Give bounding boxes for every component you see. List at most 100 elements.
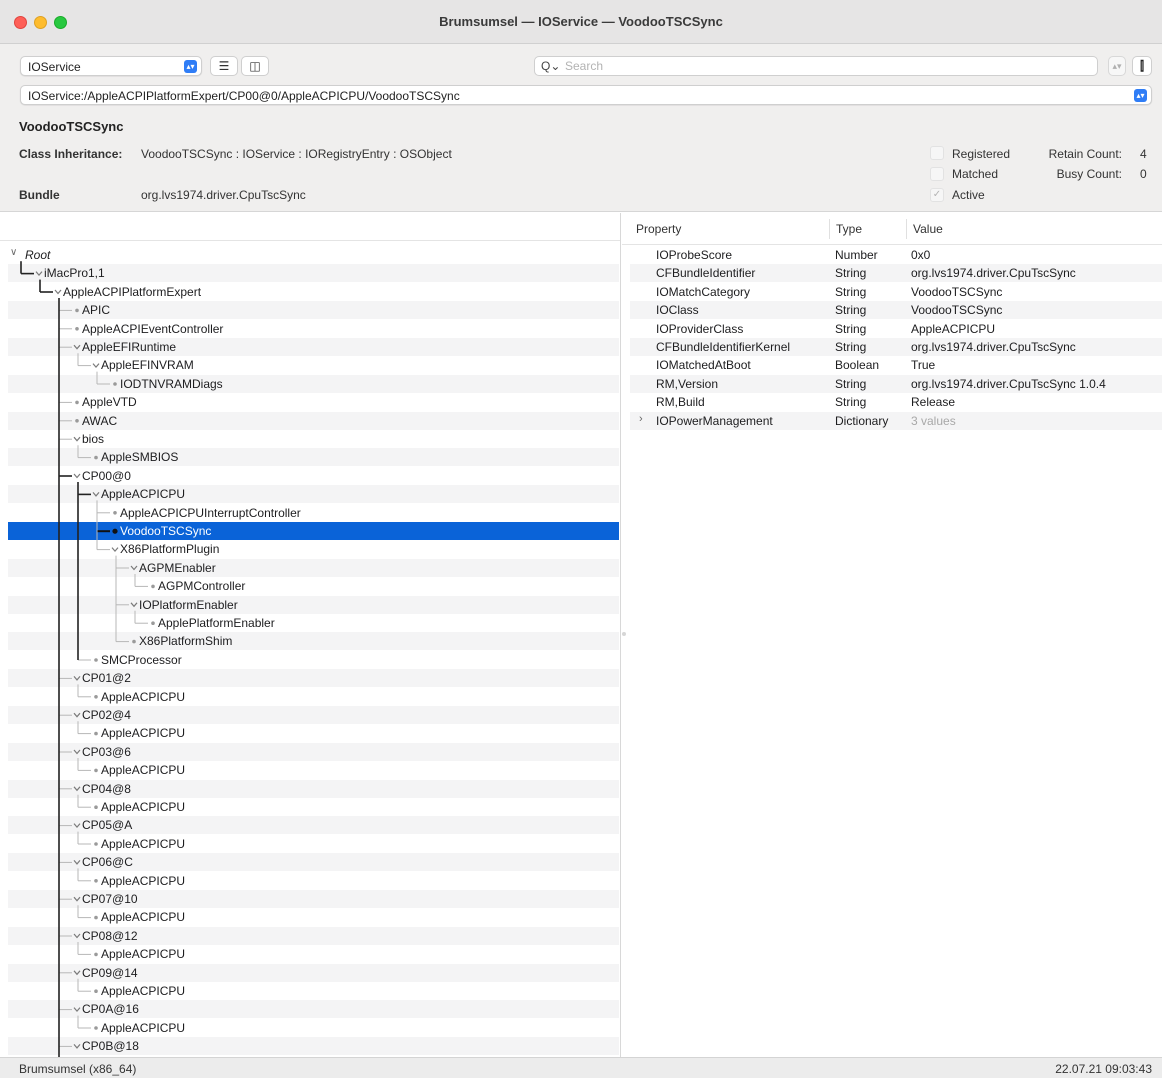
leaf-dot-icon [94,879,98,883]
chevron-down-icon[interactable] [73,860,81,865]
column-divider[interactable] [829,219,830,239]
leaf-dot-icon [75,327,79,331]
property-row[interactable]: IOMatchCategory String VoodooTSCSync [630,283,1162,301]
column-divider[interactable] [906,219,907,239]
property-row[interactable]: IOClass String VoodooTSCSync [630,301,1162,320]
column-header-type[interactable]: Type [836,222,862,236]
column-header-property[interactable]: Property [636,222,681,236]
property-value: 3 values [911,413,956,428]
leaf-dot-icon [75,400,79,405]
list-view-button[interactable]: ☰ [210,56,238,76]
property-table[interactable]: Property Type Value IOProbeScore Number 0x… [622,213,1162,1057]
chevron-down-icon[interactable] [130,602,138,608]
leaf-dot-icon [94,455,98,460]
property-type: String [835,395,867,410]
retain-count-label: Retain Count: [1048,147,1122,161]
search-input[interactable] [565,59,1085,73]
registry-path-value: IOService:/AppleACPIPlatformExpert/CP00@… [28,89,460,103]
leaf-dot-icon [132,639,136,644]
chevron-down-icon[interactable] [73,786,81,792]
chevron-right-icon[interactable]: › [639,413,643,425]
property-row[interactable]: CFBundleIdentifierKernel String org.lvs197… [630,338,1162,356]
pane-splitter-handle[interactable] [622,632,626,636]
chevron-down-icon[interactable] [73,473,81,479]
chevron-down-icon[interactable] [92,492,100,497]
toolbar: IOService ▴▾ ☰ ◫ Q⌄ ▴▾ ⫿ IOService:/Appl… [0,44,1162,212]
stepper-arrows-icon: ▴▾ [1112,61,1122,71]
leaf-dot-icon [94,1026,98,1030]
busy-count-value: 0 [1140,167,1147,181]
leaf-dot-icon [151,621,155,625]
property-value: org.lvs1974.driver.CpuTscSync [911,340,1076,354]
leaf-dot-icon [94,915,98,920]
property-value: org.lvs1974.driver.CpuTscSync [911,266,1076,281]
chevron-down-icon[interactable] [54,289,62,295]
chevron-down-icon[interactable] [73,933,81,939]
registry-tree[interactable]: Root ∨ iMacPro1,1 AppleACPIPlatformExpert AP… [0,213,621,1057]
property-type: String [835,303,867,318]
chevron-down-icon[interactable] [73,436,81,442]
registered-label: Registered [952,147,1011,161]
leaf-dot-icon [94,731,98,736]
chevron-down-icon[interactable] [73,749,81,755]
property-name: IOPowerManagement [656,413,773,428]
property-row[interactable]: RM,Version String org.lvs1974.driver.CpuTs… [630,374,1162,393]
chevron-down-icon[interactable] [73,344,81,350]
inspector-toggle-button[interactable]: ⫿ [1132,56,1152,76]
chevron-down-icon[interactable] [130,565,138,571]
property-name: IOProbeScore [656,248,733,262]
property-name: IOClass [656,303,699,318]
chevron-down-icon[interactable] [35,271,43,277]
property-type: Boolean [835,358,880,373]
list-icon: ☰ [218,59,230,73]
leaf-dot-icon [94,842,98,846]
tree-header [0,213,620,241]
chevron-down-icon[interactable] [73,676,81,681]
property-type: String [835,284,867,299]
chevron-down-icon[interactable] [73,1044,81,1049]
chevron-down-icon[interactable] [73,970,81,976]
chevron-down-icon[interactable] [73,1007,81,1013]
property-row[interactable]: RM,Build String Release [630,393,1162,411]
leaf-dot-icon [94,989,98,993]
chevron-down-icon[interactable] [73,896,81,902]
search-stepper-button[interactable]: ▴▾ [1108,56,1126,76]
property-value: VoodooTSCSync [911,303,1003,318]
leaf-dot-icon [94,695,98,699]
property-row[interactable]: IOMatchedAtBoot Boolean True [630,356,1162,374]
column-view-button[interactable]: ◫ [241,56,269,76]
bundle-label: Bundle [19,188,60,202]
checkmark-icon: ✓ [932,189,942,200]
status-bar: Brumsumsel (x86_64) 22.07.21 09:03:43 [0,1057,1162,1078]
leaf-dot-icon [75,308,79,313]
active-label: Active [952,188,985,202]
property-row[interactable]: CFBundleIdentifier String org.lvs1974.driv… [630,264,1162,283]
object-name: VoodooTSCSync [19,119,124,134]
retain-count-value: 4 [1140,147,1147,161]
service-plane-popup[interactable]: IOService ▴▾ [20,56,202,76]
property-row[interactable]: IOProviderClass String AppleACPICPU [630,320,1162,338]
column-header-value[interactable]: Value [913,222,943,236]
chevron-down-icon[interactable] [92,363,100,369]
title-bar: Brumsumsel — IOService — VoodooTSCSync [0,0,1162,44]
registry-path-popup[interactable]: IOService:/AppleACPIPlatformExpert/CP00@… [20,85,1152,105]
registered-checkbox [930,146,944,160]
leaf-dot-icon [94,952,98,957]
chevron-down-icon[interactable] [73,823,81,829]
popup-arrows-icon: ▴▾ [184,60,197,73]
leaf-dot-icon [113,382,117,386]
property-type: String [835,266,867,281]
leaf-dot-icon [151,584,155,589]
property-value: VoodooTSCSync [911,284,1003,299]
property-name: IOProviderClass [656,321,744,336]
chevron-down-icon[interactable] [111,547,119,553]
leaf-dot-icon [94,658,98,662]
chevron-down-icon[interactable] [73,712,81,718]
search-field[interactable]: Q⌄ [534,56,1098,76]
matched-checkbox [930,167,944,181]
property-value: 0x0 [911,248,931,262]
property-type: Number [835,248,878,262]
property-row[interactable]: › IOPowerManagement Dictionary 3 values [630,411,1162,430]
property-type: String [835,321,867,336]
property-row[interactable]: IOProbeScore Number 0x0 [630,246,1162,264]
